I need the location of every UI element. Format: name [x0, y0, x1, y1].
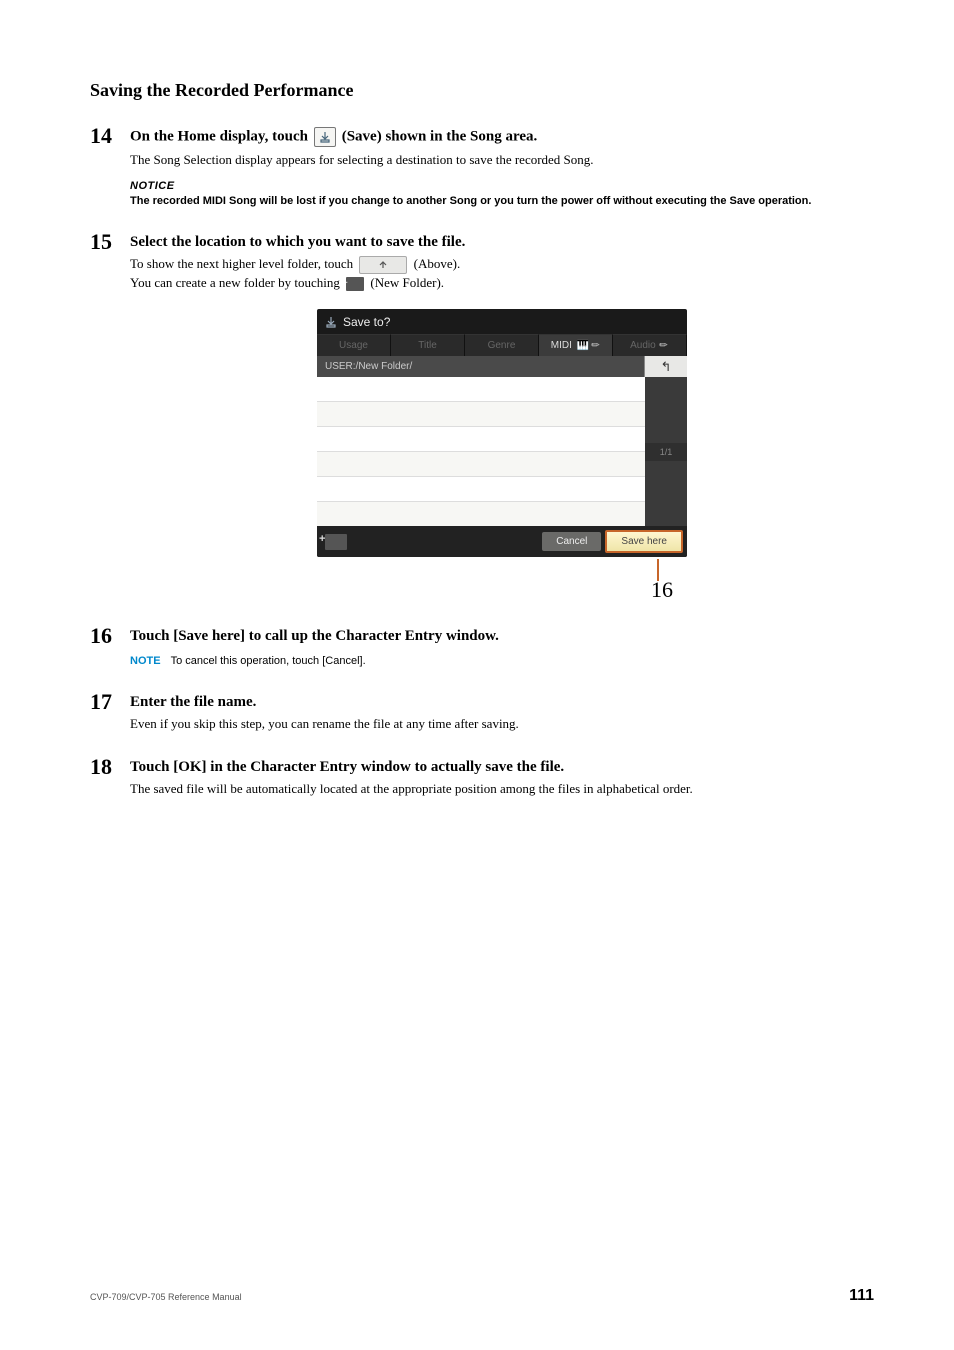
tab-genre[interactable]: Genre — [465, 334, 539, 356]
footer-page-number: 111 — [849, 1287, 874, 1305]
list-row[interactable] — [317, 452, 645, 477]
pencil-icon: ✎ — [658, 339, 672, 353]
step-title: Touch [Save here] to call up the Charact… — [130, 628, 499, 644]
dialog-title: Save to? — [343, 315, 390, 329]
step-number: 16 — [90, 623, 130, 649]
desc-text: (New Folder). — [370, 275, 444, 290]
list-row[interactable] — [317, 402, 645, 427]
tab-audio[interactable]: Audio ✎ — [613, 334, 687, 356]
tab-usage[interactable]: Usage — [317, 334, 391, 356]
midi-icon: 🎹 — [577, 340, 589, 351]
step-number: 15 — [90, 229, 130, 255]
section-heading: Saving the Recorded Performance — [90, 80, 874, 101]
step-16: 16 Touch [Save here] to call up the Char… — [90, 623, 874, 669]
tab-label: MIDI — [551, 340, 572, 351]
above-button-icon — [359, 256, 407, 274]
save-here-button[interactable]: Save here — [605, 530, 683, 553]
new-folder-icon: + — [346, 277, 364, 291]
path-display: USER:/New Folder/ — [317, 356, 644, 377]
new-folder-button[interactable]: + — [325, 534, 347, 550]
step-description: Even if you skip this step, you can rena… — [130, 715, 874, 734]
step-description-line2: You can create a new folder by touching … — [130, 274, 874, 293]
list-row[interactable] — [317, 377, 645, 402]
page-footer: CVP-709/CVP-705 Reference Manual 111 — [90, 1287, 874, 1305]
dialog-title-bar: Save to? — [317, 309, 687, 334]
step-title: Select the location to which you want to… — [130, 234, 465, 250]
cancel-button[interactable]: Cancel — [542, 532, 601, 551]
note-text: To cancel this operation, touch [Cancel]… — [171, 655, 366, 667]
file-list — [317, 377, 645, 526]
step-description: The Song Selection display appears for s… — [130, 151, 874, 170]
pencil-icon: ✎ — [589, 339, 603, 353]
page-indicator: 1/1 — [645, 443, 687, 461]
save-icon — [325, 316, 337, 328]
step-14: 14 On the Home display, touch (Save) sho… — [90, 123, 874, 209]
step-title: Touch [OK] in the Character Entry window… — [130, 759, 564, 775]
notice-label: NOTICE — [130, 180, 874, 192]
step-description-line1: To show the next higher level folder, to… — [130, 255, 874, 274]
list-row[interactable] — [317, 502, 645, 526]
callout-line — [657, 559, 659, 581]
bottom-bar: + Cancel Save here — [317, 526, 687, 557]
save-dialog-figure: Save to? Usage Title Genre MIDI 🎹 ✎ Audi… — [130, 309, 874, 557]
step-title-part1: On the Home display, touch — [130, 129, 312, 145]
step-number: 17 — [90, 689, 130, 715]
desc-text: You can create a new folder by touching — [130, 275, 343, 290]
folder-up-button[interactable]: ↰ — [644, 356, 687, 377]
save-icon — [314, 127, 336, 147]
step-17: 17 Enter the file name. Even if you skip… — [90, 689, 874, 734]
tab-title[interactable]: Title — [391, 334, 465, 356]
step-15: 15 Select the location to which you want… — [90, 229, 874, 603]
desc-text: To show the next higher level folder, to… — [130, 256, 356, 271]
note-label: NOTE — [130, 655, 161, 667]
tab-row: Usage Title Genre MIDI 🎹 ✎ Audio ✎ — [317, 334, 687, 356]
list-row[interactable] — [317, 427, 645, 452]
step-number: 14 — [90, 123, 130, 149]
step-number: 18 — [90, 754, 130, 780]
step-title-part2: (Save) shown in the Song area. — [342, 129, 538, 145]
list-row[interactable] — [317, 477, 645, 502]
step-18: 18 Touch [OK] in the Character Entry win… — [90, 754, 874, 799]
step-description: The saved file will be automatically loc… — [130, 780, 874, 799]
notice-text: The recorded MIDI Song will be lost if y… — [130, 194, 874, 209]
step-title: Enter the file name. — [130, 694, 256, 710]
device-screen: Save to? Usage Title Genre MIDI 🎹 ✎ Audi… — [317, 309, 687, 557]
callout-number: 16 — [317, 563, 687, 603]
desc-text: (Above). — [414, 256, 461, 271]
tab-midi[interactable]: MIDI 🎹 ✎ — [539, 334, 613, 356]
side-panel: 1/1 — [645, 377, 687, 526]
footer-manual-name: CVP-709/CVP-705 Reference Manual — [90, 1292, 242, 1302]
tab-label: Audio — [630, 340, 656, 351]
